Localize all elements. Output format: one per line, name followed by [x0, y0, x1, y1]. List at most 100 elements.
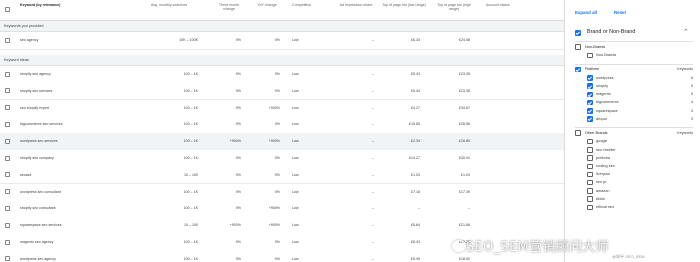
filter-item-checkbox[interactable]	[587, 163, 593, 169]
header-ad-impression[interactable]: Ad impression share	[338, 3, 374, 7]
filter-item-checkbox[interactable]	[587, 52, 593, 58]
filter-item-checkbox[interactable]	[587, 204, 593, 210]
competition-cell: Low	[292, 88, 299, 93]
filter-item-checkbox[interactable]	[587, 91, 593, 98]
keyword-cell: squarespace seo services	[20, 223, 62, 228]
ideas-section-label: Keyword ideas	[4, 58, 29, 62]
filter-item-checkbox[interactable]	[587, 116, 593, 122]
row-checkbox[interactable]	[5, 105, 10, 111]
row-checkbox[interactable]	[5, 256, 10, 262]
filter-item-checkbox[interactable]	[587, 138, 593, 145]
bid-high-cell: £23.35	[459, 88, 470, 93]
three-month-cell: +900%	[229, 223, 241, 228]
table-row[interactable]: shopify seo company 100 – 1K 0% 0% Low – £14.2…	[0, 150, 564, 168]
filter-item-label: magento	[596, 92, 611, 97]
brand-filter-checkbox[interactable]	[575, 30, 581, 36]
impression-cell: –	[372, 38, 374, 42]
keyword-cell: bigcommerce seo services	[20, 122, 63, 127]
group-label: Non-Brands	[585, 44, 606, 49]
searches-cell: 10 – 100	[184, 223, 198, 228]
row-checkbox[interactable]	[5, 239, 10, 245]
header-competition[interactable]: Competition	[292, 3, 330, 7]
chevron-up-icon[interactable]: ⌃	[683, 29, 689, 36]
bid-low-cell: £15.85	[409, 122, 420, 127]
three-month-cell: 0%	[235, 105, 241, 110]
table-row[interactable]: seo shopify expert 100 – 1K 0% +900% Low – £4.…	[0, 99, 564, 118]
keyword-cell: wordpress seo services	[20, 139, 58, 144]
table-row[interactable]: shopify seo services 100 – 1K 0% 0% Low – £5.4…	[0, 82, 564, 101]
table-row[interactable]: wordpress seo services 100 – 1K +900% +900%…	[0, 133, 564, 151]
table-row[interactable]: shopify seo agency 100 – 1K 0% 0% Low – £5.43 £…	[0, 66, 564, 84]
table-row[interactable]: seo agency 10K – 100K 0% 0% Low – £6.34 £24.58	[0, 32, 564, 50]
header-bid-low[interactable]: Top of page bid (low range)	[380, 3, 428, 7]
yoy-cell: 0%	[274, 156, 280, 160]
row-checkbox[interactable]	[5, 189, 10, 195]
bid-high-cell: –	[468, 206, 470, 211]
competition-cell: Low	[292, 105, 299, 110]
row-checkbox[interactable]	[5, 138, 10, 144]
table-row[interactable]: seoslut 10 – 100 0% 0% Low – £1.03 £1.03	[0, 166, 564, 185]
filter-item-checkbox[interactable]	[587, 188, 593, 194]
row-checkbox[interactable]	[5, 222, 10, 228]
row-checkbox[interactable]	[5, 155, 10, 161]
header-avg-searches[interactable]: Avg. monthly searches	[140, 3, 198, 7]
table-row[interactable]: bigcommerce seo services 100 – 1K 0% 0% Low –…	[0, 116, 564, 134]
filter-item-label: wordpress	[596, 75, 614, 80]
three-month-cell: 0%	[235, 38, 241, 42]
bid-high-cell: £18.92	[459, 256, 470, 261]
yoy-cell: 0%	[274, 88, 280, 93]
bid-low-cell: £7.16	[411, 189, 420, 194]
keyword-cell: wordpress seo agency	[20, 256, 56, 261]
header-bid-high[interactable]: Top of page bid (high range)	[432, 3, 476, 12]
filter-item-checkbox[interactable]	[587, 75, 593, 81]
keyword-cell: shopify seo consultant	[20, 206, 56, 211]
impression-cell: –	[372, 156, 374, 160]
row-checkbox[interactable]	[5, 121, 10, 127]
row-checkbox[interactable]	[5, 88, 10, 94]
filter-item-label: google	[596, 139, 608, 144]
searches-cell: 100 – 1K	[183, 88, 198, 93]
filter-item-checkbox[interactable]	[587, 155, 593, 161]
filter-item-checkbox[interactable]	[587, 147, 593, 153]
filter-item-label: rooting seo	[596, 164, 615, 168]
group-checkbox[interactable]	[575, 130, 581, 136]
bid-low-cell: £5.64	[411, 223, 420, 228]
expand-all-link[interactable]: Expand all	[575, 10, 597, 15]
bid-low-cell: £5.43	[411, 88, 420, 93]
header-yoy[interactable]: YoY change	[252, 3, 282, 7]
filter-item-count: 4	[691, 108, 693, 113]
header-keyword[interactable]: Keyword (by relevance)	[20, 3, 100, 7]
searches-cell: 10 – 100	[184, 172, 198, 177]
reset-link[interactable]: Reset	[614, 10, 626, 15]
table-row[interactable]: wordpress seo consultant 100 – 1K 0% 0% Low –…	[0, 183, 564, 202]
select-all-checkbox[interactable]	[5, 7, 10, 12]
filter-item-label: seo reseller	[596, 147, 616, 152]
header-three-month[interactable]: Three month change	[213, 3, 245, 12]
group-checkbox[interactable]	[575, 44, 581, 50]
keyword-cell: shopify seo agency	[20, 72, 51, 76]
table-row[interactable]: squarespace seo services 10 – 100 +900% +90…	[0, 217, 564, 235]
filter-item-checkbox[interactable]	[587, 179, 593, 186]
yoy-cell: 0%	[274, 72, 280, 76]
filter-item-checkbox[interactable]	[587, 99, 593, 106]
filter-item-checkbox[interactable]	[587, 108, 593, 114]
header-account-status[interactable]: Account status	[486, 3, 536, 7]
competition-cell: Low	[292, 122, 299, 127]
filter-item-checkbox[interactable]	[587, 83, 593, 89]
yoy-cell: 0%	[274, 122, 280, 127]
row-checkbox[interactable]	[5, 37, 10, 43]
row-checkbox[interactable]	[5, 205, 10, 211]
row-checkbox[interactable]	[5, 172, 10, 178]
group-checkbox[interactable]	[575, 66, 581, 73]
table-row[interactable]: shopify seo consultant 100 – 1K 0% +900% Low…	[0, 200, 564, 218]
filter-item-checkbox[interactable]	[587, 171, 593, 178]
filter-item-label: shopify	[596, 83, 609, 88]
impression-cell: –	[372, 105, 374, 110]
yoy-cell: 0%	[274, 172, 280, 177]
row-checkbox[interactable]	[5, 71, 10, 77]
bid-high-cell: £34.87	[459, 105, 470, 110]
filter-item-checkbox[interactable]	[587, 196, 593, 202]
yoy-cell: 0%	[274, 189, 280, 194]
bid-low-cell: £5.43	[411, 72, 420, 76]
bid-high-cell: £28.56	[459, 122, 470, 127]
